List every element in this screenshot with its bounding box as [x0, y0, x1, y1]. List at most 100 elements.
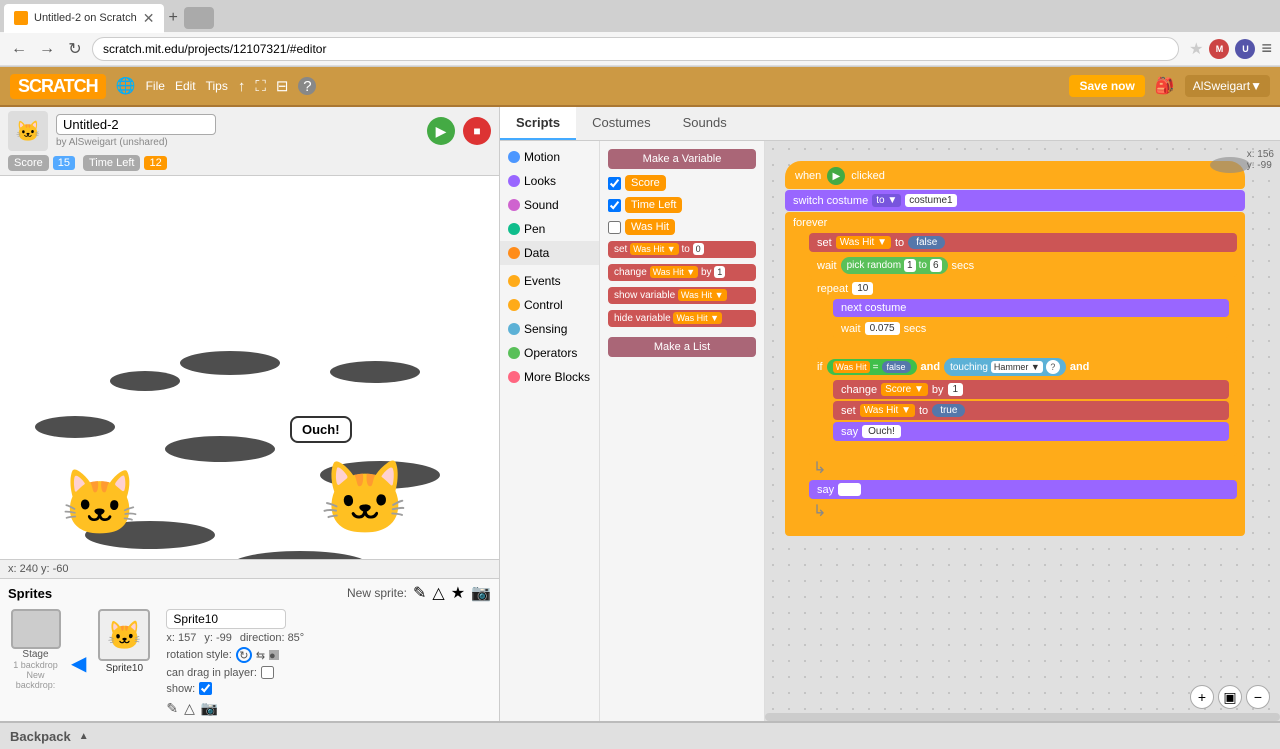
category-motion[interactable]: Motion — [500, 145, 599, 169]
rotation-lr-btn[interactable]: ⇆ — [256, 649, 265, 662]
rotation-none-btn[interactable]: ● — [269, 650, 279, 660]
backpack-bar[interactable]: Backpack ▲ — [0, 721, 1280, 749]
sprite-item[interactable]: 🐱 Sprite10 — [94, 609, 154, 674]
project-name-input[interactable] — [56, 114, 216, 135]
score-dropdown[interactable]: Score ▼ — [881, 383, 928, 396]
sprite-edit-icon[interactable]: ✎ — [166, 700, 178, 717]
edit-menu[interactable]: Edit — [175, 79, 196, 93]
tab-scripts[interactable]: Scripts — [500, 107, 576, 140]
category-looks[interactable]: Looks — [500, 169, 599, 193]
bookmark-icon[interactable]: ★ — [1189, 39, 1203, 59]
category-more[interactable]: More Blocks — [500, 365, 599, 389]
tab-close-button[interactable]: ✕ — [143, 10, 155, 27]
category-operators[interactable]: Operators — [500, 341, 599, 365]
washit-pill[interactable]: Was Hit — [625, 219, 675, 235]
rotation-circle-btn[interactable]: ↻ — [236, 647, 252, 663]
forever-block[interactable]: forever set Was Hit ▼ to false — [785, 212, 1245, 536]
set-washit-true-block[interactable]: set Was Hit ▼ to true — [833, 401, 1229, 420]
make-variable-button[interactable]: Make a Variable — [608, 149, 756, 169]
show-washit-block[interactable]: show variable Was Hit ▼ — [608, 287, 756, 304]
camera-sprite-icon[interactable]: 📷 — [471, 583, 491, 603]
switch-costume-block[interactable]: switch costume to ▼ costume1 — [785, 190, 1245, 211]
tab-sounds[interactable]: Sounds — [667, 107, 743, 140]
zoom-out-button[interactable]: − — [1246, 685, 1270, 709]
stop-button[interactable]: ■ — [463, 117, 491, 145]
forward-button[interactable]: → — [36, 38, 58, 60]
next-costume-block[interactable]: next costume — [833, 299, 1229, 317]
menu-icon[interactable]: ≡ — [1261, 38, 1272, 59]
gmail-icon[interactable]: M — [1209, 39, 1229, 59]
touching-hammer-block[interactable]: touching Hammer ▼ ? — [944, 358, 1066, 376]
set-washit-block[interactable]: set Was Hit ▼ to 0 — [608, 241, 756, 258]
file-menu[interactable]: File — [146, 79, 165, 93]
if-block[interactable]: if Was Hit = false and — [809, 355, 1237, 456]
say-ouch-block[interactable]: say Ouch! — [833, 422, 1229, 441]
back-button[interactable]: ← — [8, 38, 30, 60]
make-list-button[interactable]: Make a List — [608, 337, 756, 357]
new-tab-button[interactable]: + — [168, 9, 177, 27]
nav-extra — [184, 7, 214, 29]
change-score-block[interactable]: change Score ▼ by 1 — [833, 380, 1229, 399]
say-empty-block[interactable]: say — [809, 480, 1237, 499]
globe-icon[interactable]: 🌐 — [116, 76, 136, 96]
zoom-fit-button[interactable]: ▣ — [1218, 685, 1242, 709]
washit-dropdown3[interactable]: Was Hit ▼ — [860, 404, 915, 417]
hammer-dropdown[interactable]: Hammer ▼ — [991, 361, 1043, 373]
washit-eq-false[interactable]: Was Hit = false — [827, 359, 917, 375]
tab-costumes[interactable]: Costumes — [576, 107, 667, 140]
category-sound[interactable]: Sound — [500, 193, 599, 217]
cat-sprite-2: 🐱 — [320, 456, 410, 541]
category-control[interactable]: Control — [500, 293, 599, 317]
green-flag-button[interactable]: ▶ — [427, 117, 455, 145]
wait-random-block[interactable]: wait pick random 1 to 6 secs — [809, 254, 1237, 277]
help-icon[interactable]: ? — [298, 77, 316, 95]
timeleft-pill[interactable]: Time Left — [625, 197, 682, 213]
hide-washit-block[interactable]: hide variable Was Hit ▼ — [608, 310, 756, 327]
washit-checkbox[interactable] — [608, 221, 621, 234]
stage-canvas[interactable]: 🐱 🐱 Ouch! — [0, 176, 499, 559]
can-drag-checkbox[interactable] — [261, 666, 274, 679]
script-editor[interactable]: when ▶ clicked switch costume to ▼ costu… — [765, 141, 1280, 721]
costume-dropdown[interactable]: to ▼ — [872, 194, 901, 207]
change-washit-block[interactable]: change Was Hit ▼ by 1 — [608, 264, 756, 281]
paint-sprite-icon[interactable]: ✎ — [413, 583, 426, 603]
save-now-button[interactable]: Save now — [1069, 75, 1144, 97]
upload-sprite-icon[interactable]: △ — [432, 583, 444, 603]
pick-random-block[interactable]: pick random 1 to 6 — [841, 257, 948, 274]
browser-tab[interactable]: Untitled-2 on Scratch ✕ — [4, 4, 164, 33]
score-checkbox[interactable] — [608, 177, 621, 190]
washit-dropdown1[interactable]: Was Hit ▼ — [836, 236, 891, 249]
repeat-block[interactable]: repeat 10 next costume — [809, 279, 1237, 353]
user-menu[interactable]: AlSweigart▼ — [1185, 75, 1270, 97]
zoom-in-button[interactable]: + — [1190, 685, 1214, 709]
fullscreen-icon[interactable]: ⛶ — [255, 78, 266, 95]
score-pill[interactable]: Score — [625, 175, 666, 191]
backpack-icon[interactable]: 🎒 — [1155, 76, 1175, 96]
stage-thumbnail[interactable]: Stage 1 backdrop New backdrop: — [8, 609, 63, 690]
when-flag-block[interactable]: when ▶ clicked — [785, 161, 1245, 189]
category-sensing[interactable]: Sensing — [500, 317, 599, 341]
set-washit-false-block[interactable]: set Was Hit ▼ to false — [809, 233, 1237, 252]
reload-button[interactable]: ↻ — [64, 38, 86, 60]
address-bar[interactable] — [92, 37, 1179, 61]
wait-secs-block[interactable]: wait 0.075 secs — [833, 319, 1229, 338]
user-icon[interactable]: U — [1235, 39, 1255, 59]
show-checkbox[interactable] — [199, 682, 212, 695]
category-data[interactable]: Data — [500, 241, 599, 265]
upload-icon[interactable]: ↑ — [238, 78, 246, 95]
sprite-camera-icon[interactable]: 📷 — [201, 700, 218, 717]
sprite-copy-icon[interactable]: △ — [184, 700, 195, 717]
surprise-sprite-icon[interactable]: ★ — [451, 583, 465, 603]
sprite-nav-left[interactable]: ◀ — [71, 651, 86, 676]
categories-panel: Motion Looks Sound Pen Data — [500, 141, 600, 721]
fullscreen2-icon[interactable]: ⊟ — [276, 77, 289, 95]
category-events[interactable]: Events — [500, 269, 599, 293]
nav-bar: ← → ↻ ★ M U ≡ — [0, 32, 1280, 66]
true-oval: true — [932, 404, 965, 417]
timeleft-var-row: Time Left — [608, 197, 756, 213]
timeleft-checkbox[interactable] — [608, 199, 621, 212]
sprite-name-field[interactable] — [166, 609, 286, 629]
tips-menu[interactable]: Tips — [206, 79, 228, 93]
category-pen[interactable]: Pen — [500, 217, 599, 241]
sound-dot — [508, 199, 520, 211]
